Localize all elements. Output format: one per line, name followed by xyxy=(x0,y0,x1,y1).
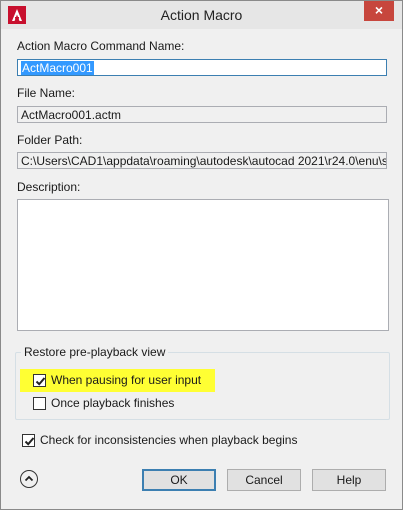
description-textarea[interactable] xyxy=(17,199,389,331)
close-button[interactable]: × xyxy=(364,1,394,21)
command-name-input[interactable]: ActMacro001 xyxy=(17,59,387,76)
restore-group-label: Restore pre-playback view xyxy=(21,345,169,359)
checkmark-icon xyxy=(24,437,35,446)
folder-path-label: Folder Path: xyxy=(17,133,83,147)
folder-path-field: C:\Users\CAD1\appdata\roaming\autodesk\a… xyxy=(17,152,387,169)
inconsistency-label[interactable]: Check for inconsistencies when playback … xyxy=(40,433,297,447)
checkmark-icon xyxy=(35,377,46,386)
window-title: Action Macro xyxy=(160,7,243,23)
dialog-body: Action Macro Command Name: ActMacro001 F… xyxy=(7,29,396,503)
ok-button[interactable]: OK xyxy=(142,469,216,491)
dialog-window: Action Macro × Action Macro Command Name… xyxy=(0,0,403,510)
title-bar[interactable]: Action Macro × xyxy=(1,1,402,29)
command-name-label: Action Macro Command Name: xyxy=(17,39,185,53)
pause-checkbox[interactable] xyxy=(33,374,46,387)
file-name-label: File Name: xyxy=(17,86,76,100)
file-name-field: ActMacro001.actm xyxy=(17,106,387,123)
collapse-expand-button[interactable] xyxy=(20,470,38,488)
description-label: Description: xyxy=(17,180,81,194)
pause-option-label[interactable]: When pausing for user input xyxy=(51,373,201,387)
help-button[interactable]: Help xyxy=(312,469,386,491)
cancel-button[interactable]: Cancel xyxy=(227,469,301,491)
inconsistency-checkbox[interactable] xyxy=(22,434,35,447)
command-name-value: ActMacro001 xyxy=(21,61,94,75)
playback-finish-label[interactable]: Once playback finishes xyxy=(51,396,174,410)
playback-finish-checkbox[interactable] xyxy=(33,397,46,410)
chevron-up-icon xyxy=(24,475,34,482)
